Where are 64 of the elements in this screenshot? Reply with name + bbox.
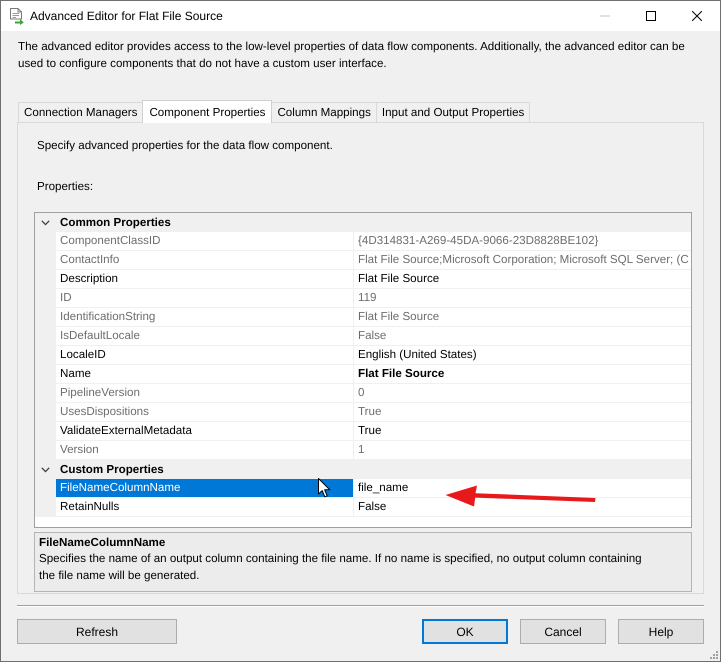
property-row[interactable]: RetainNulls False — [35, 498, 691, 517]
property-name-cell[interactable]: PipelineVersion — [56, 384, 354, 403]
property-row[interactable]: PipelineVersion 0 — [35, 384, 691, 403]
property-value-cell[interactable]: 0 — [354, 384, 691, 403]
tab[interactable]: Connection Managers — [18, 102, 144, 122]
property-row[interactable]: UsesDispositions True — [35, 403, 691, 422]
tab[interactable]: Input and Output Properties — [376, 102, 530, 122]
category-title: Custom Properties — [59, 463, 164, 476]
property-value-cell[interactable]: Flat File Source — [354, 308, 691, 327]
dialog-button[interactable]: OK — [422, 619, 508, 644]
property-row[interactable]: Description Flat File Source — [35, 270, 691, 289]
property-name-cell[interactable]: Description — [56, 270, 354, 289]
property-name-cell[interactable]: LocaleID — [56, 346, 354, 365]
property-value-cell[interactable]: False — [354, 327, 691, 346]
property-name-cell[interactable]: Version — [56, 441, 354, 460]
dialog-button[interactable]: Help — [618, 619, 704, 644]
description-title: FileNameColumnName — [39, 535, 166, 550]
property-name-cell[interactable]: ComponentClassID — [56, 232, 354, 251]
property-value-cell[interactable]: True — [354, 422, 691, 441]
mouse-pointer-icon — [318, 478, 331, 498]
property-value-cell[interactable]: file_name — [354, 479, 691, 498]
property-row[interactable]: ComponentClassID {4D314831-A269-45DA-9066-23D8828BE102} — [35, 232, 691, 251]
resize-grip-icon[interactable] — [710, 651, 718, 659]
property-name-cell[interactable]: IdentificationString — [56, 308, 354, 327]
property-row[interactable]: ContactInfo Flat File Source;Microsoft Corporation; Microsoft SQL Server; (C — [35, 251, 691, 270]
property-row[interactable]: Name Flat File Source — [35, 365, 691, 384]
instruction-text: Specify advanced properties for the data flow component. — [37, 138, 333, 153]
chevron-icon[interactable] — [41, 466, 50, 472]
maximize-icon — [646, 11, 656, 21]
property-name-cell[interactable]: ID — [56, 289, 354, 308]
window-title: Advanced Editor for Flat File Source — [30, 9, 223, 23]
property-value-cell[interactable]: False — [354, 498, 691, 517]
properties-label: Properties: — [37, 179, 94, 194]
property-name-cell[interactable]: UsesDispositions — [56, 403, 354, 422]
property-row[interactable]: IdentificationString Flat File Source — [35, 308, 691, 327]
property-name-cell[interactable]: FileNameColumnName — [56, 479, 354, 498]
dialog-button[interactable]: Refresh — [17, 619, 177, 644]
property-row[interactable]: IsDefaultLocale False — [35, 327, 691, 346]
property-row[interactable]: Version 1 — [35, 441, 691, 460]
intro-text: The advanced editor provides access to the low-level properties of data flow components. Additionally, the advanced editor can be used to configure components that do not have a custom user interface. — [18, 39, 686, 72]
property-row[interactable]: LocaleID English (United States) — [35, 346, 691, 365]
property-name-cell[interactable]: ValidateExternalMetadata — [56, 422, 354, 441]
property-row[interactable]: FileNameColumnName file_name — [35, 479, 691, 498]
category-title: Common Properties — [59, 216, 171, 229]
property-value-cell[interactable]: {4D314831-A269-45DA-9066-23D8828BE102} — [354, 232, 691, 251]
description-text: Specifies the name of an output column containing the file name. If no name is specified, no output column containing the file name will be generated. — [39, 551, 643, 584]
property-value-cell[interactable]: Flat File Source — [354, 365, 691, 384]
property-value-cell[interactable]: True — [354, 403, 691, 422]
property-value-cell[interactable]: 119 — [354, 289, 691, 308]
tab[interactable]: Component Properties — [142, 100, 272, 123]
property-value-cell[interactable]: Flat File Source — [354, 270, 691, 289]
property-name-cell[interactable]: Name — [56, 365, 354, 384]
property-name-cell[interactable]: IsDefaultLocale — [56, 327, 354, 346]
property-row[interactable]: ValidateExternalMetadata True — [35, 422, 691, 441]
property-name-cell[interactable]: RetainNulls — [56, 498, 354, 517]
document-arrow-icon — [9, 8, 24, 24]
close-icon — [692, 11, 702, 21]
chevron-icon[interactable] — [41, 220, 50, 226]
property-value-cell[interactable]: Flat File Source;Microsoft Corporation; Microsoft SQL Server; (C — [354, 251, 691, 270]
property-value-cell[interactable]: 1 — [354, 441, 691, 460]
dialog-button[interactable]: Cancel — [520, 619, 606, 644]
property-row[interactable]: ID 119 — [35, 289, 691, 308]
property-value-cell[interactable]: English (United States) — [354, 346, 691, 365]
property-name-cell[interactable]: ContactInfo — [56, 251, 354, 270]
